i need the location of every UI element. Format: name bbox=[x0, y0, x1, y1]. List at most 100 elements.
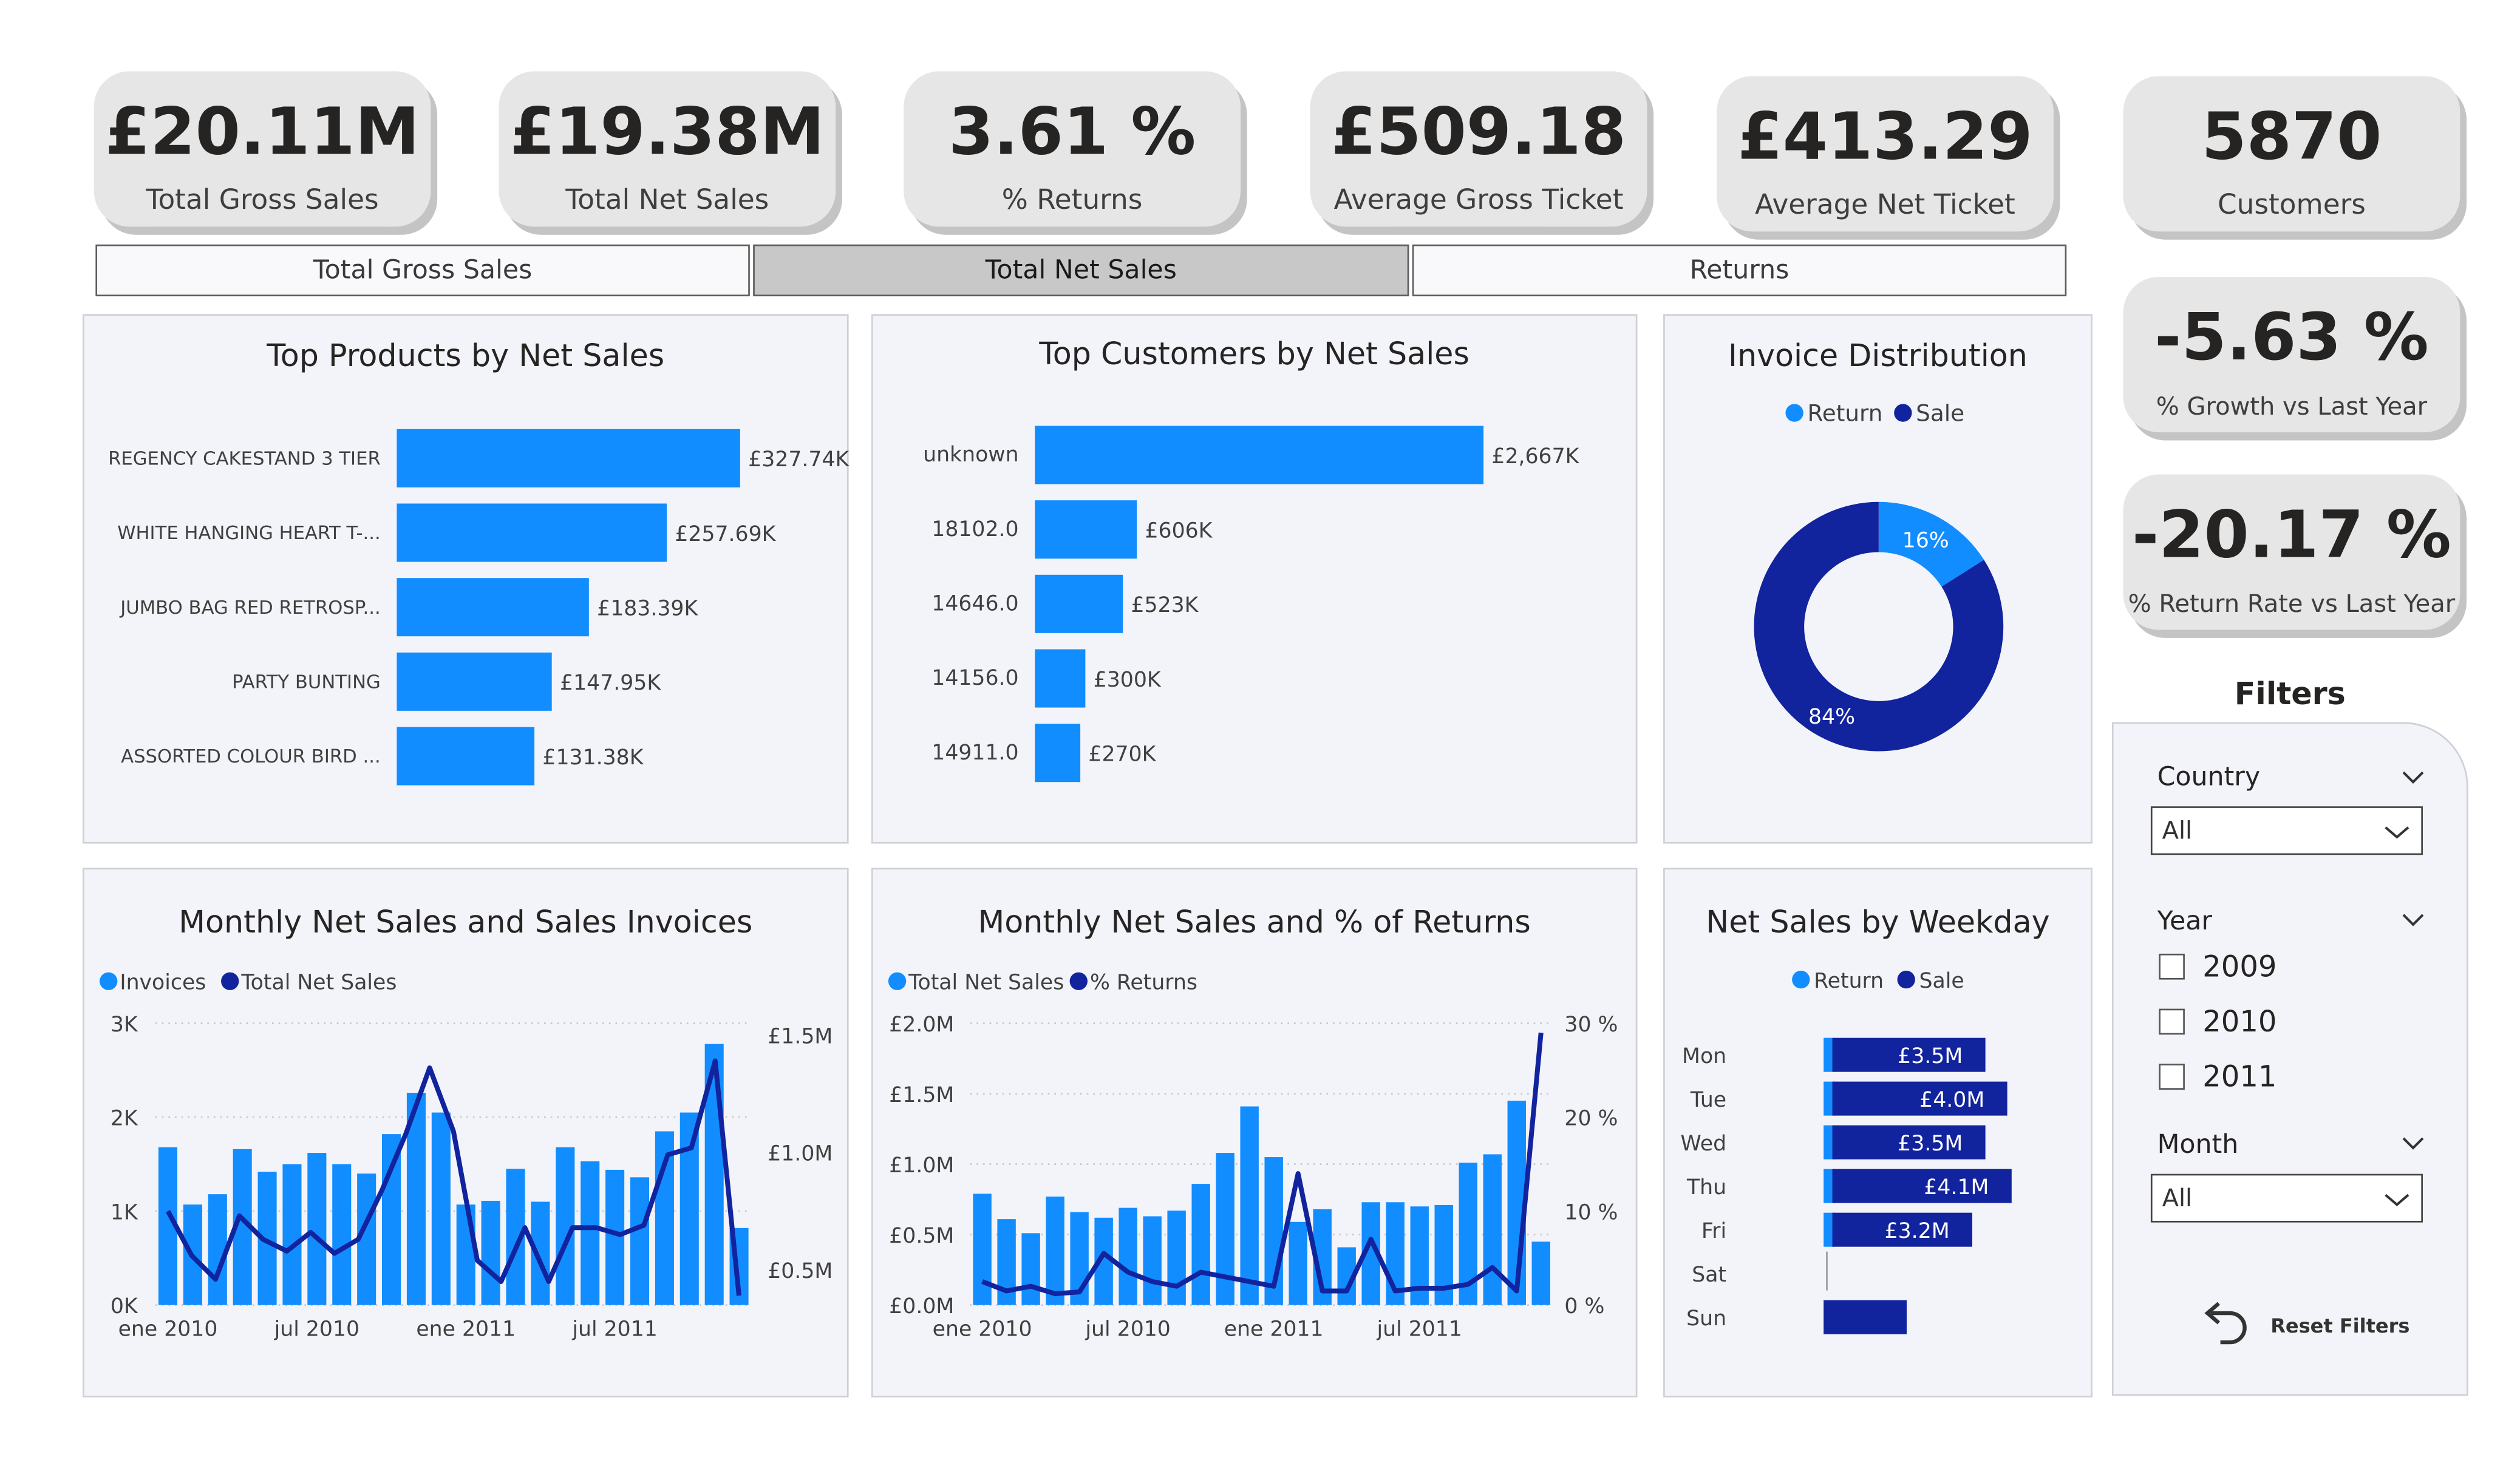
y-left-tick-label: 0K bbox=[111, 1294, 138, 1319]
legend-marker-sale bbox=[1894, 404, 1912, 422]
bar bbox=[397, 578, 589, 637]
data-label: £3.2M bbox=[1885, 1219, 1950, 1243]
legend-marker bbox=[1069, 972, 1088, 990]
legend-marker-sale bbox=[1897, 970, 1915, 989]
year-2011-checkbox[interactable] bbox=[2159, 1064, 2185, 1090]
data-label: £327.74K bbox=[748, 447, 850, 472]
kpi-card-total-net-sales: £19.38M Total Net Sales bbox=[499, 71, 836, 227]
bar bbox=[1035, 724, 1081, 783]
year-2010-checkbox[interactable] bbox=[2159, 1008, 2185, 1035]
country-expand-chevron-icon[interactable] bbox=[2400, 769, 2426, 786]
legend-label-return: Return bbox=[1807, 399, 1882, 426]
reset-filters-label: Reset Filters bbox=[2270, 1314, 2410, 1338]
undo-arrow-icon bbox=[2204, 1302, 2247, 1345]
kpi-label: Total Gross Sales bbox=[146, 185, 379, 217]
y-left-tick-label: £0.0M bbox=[889, 1294, 954, 1319]
legend-marker-return bbox=[1792, 970, 1810, 989]
bar bbox=[1143, 1216, 1162, 1305]
category-label: PARTY BUNTING bbox=[232, 672, 381, 693]
y-right-tick-label: 30 % bbox=[1564, 1013, 1618, 1037]
bar bbox=[630, 1177, 650, 1305]
tab-returns[interactable]: Returns bbox=[1412, 244, 2067, 297]
category-label: Fri bbox=[1701, 1219, 1726, 1243]
data-label: £4.1M bbox=[1924, 1175, 1989, 1200]
y-right-tick-label: £0.5M bbox=[768, 1259, 833, 1283]
dashboard: £20.11M Total Gross Sales £19.38M Total … bbox=[0, 0, 2520, 1457]
data-label: 84% bbox=[1808, 705, 1855, 729]
tab-total-gross-sales[interactable]: Total Gross Sales bbox=[95, 244, 750, 297]
category-label: REGENCY CAKESTAND 3 TIER bbox=[108, 448, 381, 469]
year-2009-checkbox[interactable] bbox=[2159, 953, 2185, 980]
series-line bbox=[981, 1032, 1544, 1297]
category-label: Wed bbox=[1681, 1132, 1727, 1156]
bar bbox=[1035, 649, 1086, 708]
bar bbox=[1119, 1207, 1137, 1305]
legend-label-sale: Sale bbox=[1919, 969, 1964, 993]
bar bbox=[1167, 1211, 1186, 1305]
bar bbox=[382, 1134, 401, 1305]
bar bbox=[1216, 1153, 1234, 1305]
data-label: £270K bbox=[1088, 742, 1156, 767]
kpi-card-total-gross-sales: £20.11M Total Gross Sales bbox=[94, 71, 431, 227]
legend-label-sale: Sale bbox=[1916, 399, 1964, 426]
legend-label: Total Net Sales bbox=[908, 971, 1064, 995]
kpi-value: £19.38M bbox=[509, 95, 825, 171]
category-label: 14156.0 bbox=[931, 666, 1018, 690]
data-label: £3.5M bbox=[1898, 1044, 1963, 1068]
legend-label: Total Net Sales bbox=[240, 971, 397, 995]
bar bbox=[1035, 500, 1137, 559]
x-tick-label: ene 2011 bbox=[1224, 1317, 1324, 1341]
y-left-tick-label: 3K bbox=[111, 1013, 138, 1037]
kpi-label: Customers bbox=[2218, 189, 2366, 222]
kpi-value: £20.11M bbox=[105, 95, 420, 171]
invoice-distribution-panel: Invoice Distribution Return Sale 16% 84% bbox=[1663, 314, 2093, 844]
y-left-tick-label: 2K bbox=[111, 1107, 138, 1131]
tab-total-net-sales[interactable]: Total Net Sales bbox=[753, 244, 1409, 297]
top-customers-chart: unknown £2,667K 18102.0 £606K 14646.0 £523K 14… bbox=[923, 426, 1580, 783]
bar bbox=[481, 1200, 500, 1305]
weekday-sales-chart: Return Sale Mon £3.5M Tue £4.0M Wed £3.5M Thu £4.… bbox=[1681, 969, 2012, 1334]
monthly-sales-returns-chart: Total Net Sales % Returns £0.0M £0.5M £1.0M £… bbox=[888, 971, 1618, 1341]
monthly-sales-invoices-chart: Invoices Total Net Sales 0K 1K 2K 3K £0.5M £1.0… bbox=[100, 971, 833, 1341]
weekday-sales-panel: Net Sales by Weekday Return Sale Mon £3.5M T… bbox=[1663, 868, 2093, 1398]
filters-title: Filters bbox=[2234, 676, 2346, 713]
month-expand-chevron-icon[interactable] bbox=[2400, 1135, 2426, 1152]
reset-filters-button[interactable]: Reset Filters bbox=[2195, 1297, 2409, 1355]
series-line bbox=[166, 1058, 741, 1296]
y-right-tick-label: 0 % bbox=[1564, 1294, 1604, 1319]
country-select[interactable]: All bbox=[2150, 806, 2423, 855]
invoice-distribution-chart: Return Sale 16% 84% bbox=[1754, 399, 2004, 752]
year-expand-chevron-icon[interactable] bbox=[2400, 912, 2426, 928]
kpi-card-average-net-ticket: £413.29 Average Net Ticket bbox=[1717, 76, 2054, 232]
legend-marker bbox=[221, 972, 239, 990]
bar bbox=[605, 1169, 625, 1305]
bar bbox=[397, 429, 740, 487]
category-label: 14646.0 bbox=[931, 591, 1018, 616]
kpi-value: 3.61 % bbox=[948, 95, 1196, 171]
y-right-tick-label: 20 % bbox=[1564, 1107, 1618, 1131]
category-label: Sun bbox=[1686, 1306, 1726, 1331]
bar bbox=[1021, 1233, 1040, 1305]
category-label: Thu bbox=[1686, 1175, 1726, 1200]
kpi-label: % Returns bbox=[1001, 185, 1143, 217]
bar bbox=[679, 1112, 699, 1305]
legend-marker bbox=[888, 972, 907, 990]
bar bbox=[1483, 1154, 1502, 1305]
data-label: £183.39K bbox=[597, 596, 698, 620]
kpi-card-customers: 5870 Customers bbox=[2123, 76, 2460, 232]
category-label: unknown bbox=[923, 443, 1018, 467]
y-left-tick-label: £0.5M bbox=[889, 1224, 954, 1248]
year-2009-label: 2009 bbox=[2202, 950, 2277, 985]
month-select[interactable]: All bbox=[2150, 1173, 2423, 1223]
year-filter-label: Year bbox=[2157, 905, 2212, 936]
bar bbox=[973, 1194, 992, 1305]
country-filter-label: Country bbox=[2157, 761, 2261, 792]
bar bbox=[397, 652, 552, 711]
kpi-label: % Return Rate vs Last Year bbox=[2128, 589, 2456, 619]
kpi-card-average-gross-ticket: £509.18 Average Gross Ticket bbox=[1310, 71, 1647, 227]
kpi-value: 5870 bbox=[2201, 100, 2382, 175]
legend-label-return: Return bbox=[1814, 969, 1884, 993]
y-left-tick-label: £1.0M bbox=[889, 1153, 954, 1178]
bar bbox=[1289, 1221, 1307, 1305]
legend-marker bbox=[100, 972, 118, 990]
